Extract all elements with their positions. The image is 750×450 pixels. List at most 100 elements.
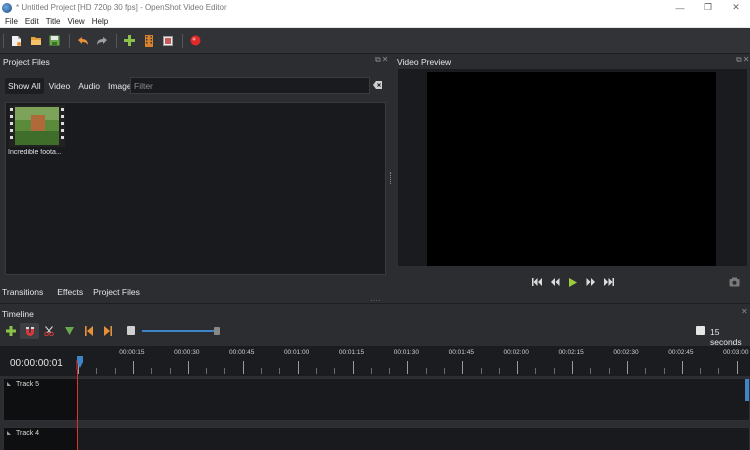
save-project-button[interactable] [45,31,64,50]
new-project-button[interactable] [7,31,26,50]
marker-icon [65,327,74,335]
menu-title[interactable]: Title [46,17,61,26]
ruler-tick-label: 00:03:00 [723,349,749,356]
tab-effects[interactable]: Effects [57,287,83,297]
ruler-minor-tick [151,368,152,374]
filter-tab-video[interactable]: Video [46,78,74,94]
jump-end-button[interactable] [600,276,618,288]
ruler-minor-tick [170,368,171,374]
magnet-icon [25,327,34,336]
current-time-readout: 00:00:00:01 [10,358,63,369]
ruler-minor-tick [535,368,536,374]
filter-tab-show-all[interactable]: Show All [5,78,44,94]
add-track-button[interactable] [1,323,20,339]
next-marker-button[interactable] [98,323,117,339]
main-toolbar [0,28,750,54]
rewind-button[interactable] [546,276,564,288]
previous-marker-button[interactable] [79,323,98,339]
razor-tool-button[interactable] [39,323,58,339]
clear-filter-icon[interactable] [373,80,383,90]
vertical-splitter-handle[interactable] [390,172,393,184]
ruler-tick-label: 00:02:00 [503,349,529,356]
fast-forward-icon [586,278,595,286]
playback-controls [528,276,618,288]
playhead-line [77,370,78,450]
zoom-scale-label: 15 seconds [710,327,742,347]
tab-project-files[interactable]: Project Files [93,287,140,297]
choose-profile-button[interactable] [139,31,158,50]
project-files-list: Incredible foota... [5,102,386,275]
ruler-minor-tick [371,368,372,374]
ruler-major-tick [572,361,573,374]
tab-transitions[interactable]: Transitions [2,287,43,297]
track-header[interactable]: Track 4 [4,428,78,450]
ruler-minor-tick [224,368,225,374]
menu-help[interactable]: Help [92,17,108,26]
open-project-icon [30,37,41,45]
video-preview-dock-buttons[interactable]: ⧉✕ [736,55,750,65]
scissors-icon [43,326,54,336]
ruler-tick-label: 00:00:15 [119,349,145,356]
track-5[interactable]: Track 5 [3,378,750,421]
track-4[interactable]: Track 4 [3,427,750,450]
playhead-handle-icon[interactable] [76,356,84,370]
save-project-icon [49,35,60,46]
menu-file[interactable]: File [5,17,18,26]
ruler-major-tick [353,361,354,374]
ruler-major-tick [133,361,134,374]
bottom-tab-bar: Transitions Effects Project Files [2,285,154,299]
zoom-scale-checkbox[interactable] [696,326,705,335]
undo-button[interactable] [73,31,92,50]
ruler-major-tick [298,361,299,374]
snapping-toggle-button[interactable] [20,323,39,339]
ruler-minor-tick [279,368,280,374]
menu-view[interactable]: View [68,17,85,26]
close-window-button[interactable]: ✕ [722,2,750,13]
ruler-tick-label: 00:01:45 [448,349,474,356]
track-header[interactable]: Track 5 [4,379,78,420]
filter-input[interactable]: Filter [130,77,370,94]
menu-bar: File Edit Title View Help [0,15,750,28]
camera-snapshot-icon[interactable] [729,277,740,287]
play-icon [569,277,577,287]
zoom-slider-handle[interactable] [214,327,220,335]
fast-forward-button[interactable] [582,276,600,288]
jump-end-icon [604,278,614,286]
export-video-button[interactable] [186,31,205,50]
ruler-minor-tick [664,368,665,374]
fullscreen-icon [162,35,173,46]
fullscreen-button[interactable] [158,31,177,50]
ruler-minor-tick [481,368,482,374]
zoom-slider-track[interactable] [142,330,217,332]
ruler-major-tick [517,361,518,374]
ruler-tick-label: 00:02:45 [668,349,694,356]
minimize-button[interactable]: — [666,3,694,13]
project-files-title: Project Files [3,56,50,67]
ruler-major-tick [682,361,683,374]
redo-button[interactable] [92,31,111,50]
ruler-minor-tick [718,368,719,374]
track-name: Track 4 [16,430,40,437]
filter-tab-audio[interactable]: Audio [75,78,103,94]
import-files-icon [124,35,135,46]
ruler-minor-tick [700,368,701,374]
ruler-minor-tick [389,368,390,374]
video-preview-canvas [427,72,716,266]
open-project-button[interactable] [26,31,45,50]
import-files-button[interactable] [120,31,139,50]
play-button[interactable] [564,276,582,288]
restore-button[interactable]: ❐ [694,2,722,13]
jump-start-button[interactable] [528,276,546,288]
ruler-minor-tick [96,368,97,374]
file-name: Incredible foota... [8,149,62,156]
project-files-dock-buttons[interactable]: ⧉✕ [375,55,389,65]
choose-profile-icon [144,34,153,47]
ruler-tick-label: 00:01:00 [283,349,310,356]
timeline-dock-buttons[interactable]: ✕ [741,307,749,316]
menu-edit[interactable]: Edit [25,17,39,26]
window-title-bar: * Untitled Project [HD 720p 30 fps] - Op… [0,0,750,15]
undo-icon [77,36,88,45]
file-item[interactable]: Incredible foota... [6,103,72,163]
track-caret-icon [7,431,11,435]
add-marker-button[interactable] [60,323,79,339]
